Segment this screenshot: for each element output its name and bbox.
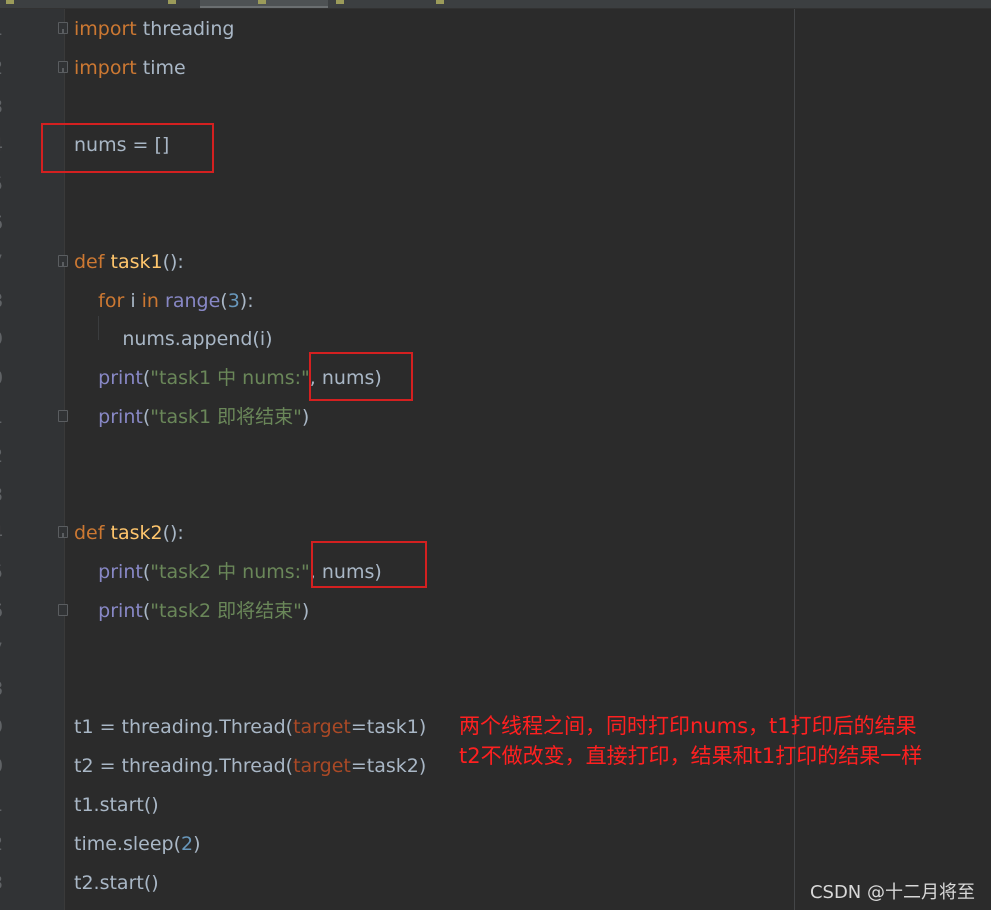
code-token: =task1)	[350, 716, 427, 739]
highlight-box-task1-nums	[309, 352, 413, 401]
code-line[interactable]: import threading	[74, 18, 234, 40]
code-token: )	[301, 600, 310, 622]
line-number: 0	[0, 755, 10, 777]
line-number: 5	[0, 173, 10, 195]
code-token: print	[98, 367, 143, 390]
line-number: 7	[0, 639, 10, 661]
code-token: t1.start()	[74, 794, 159, 816]
fold-collapse-icon[interactable]	[58, 60, 68, 73]
code-token: "task2 中 nums:"	[150, 561, 310, 584]
line-number: 1	[0, 794, 10, 816]
fold-collapse-icon[interactable]	[58, 526, 68, 539]
fold-end-icon[interactable]	[58, 410, 68, 422]
code-token: 3	[227, 289, 240, 312]
line-number: 8	[0, 678, 10, 700]
code-token: def	[74, 250, 105, 273]
code-token: import	[74, 56, 137, 79]
tab-marker	[6, 0, 14, 4]
code-token: "task1 即将结束"	[150, 406, 302, 428]
line-number: 4	[0, 522, 10, 544]
code-line[interactable]: t2.start()	[74, 872, 159, 894]
tab-marker	[336, 0, 344, 4]
right-margin-guide	[794, 9, 795, 910]
code-token: t2 = threading.Thread(	[74, 755, 294, 778]
code-token: import	[74, 18, 137, 40]
code-token: =task2)	[350, 755, 427, 778]
line-number: 7	[0, 251, 10, 273]
code-token: range	[165, 289, 221, 312]
code-line[interactable]: time.sleep(2)	[74, 833, 201, 855]
code-token: t1 = threading.Thread(	[74, 716, 294, 739]
line-number: 1	[0, 406, 10, 428]
tab-marker	[168, 0, 176, 4]
code-line[interactable]: t2 = threading.Thread(target=task2)	[74, 755, 426, 777]
code-token: threading	[136, 18, 235, 40]
line-number: 9	[0, 328, 10, 350]
editor-tab-strip[interactable]	[0, 0, 991, 9]
code-token: i	[124, 289, 142, 312]
code-token: )	[301, 406, 310, 428]
code-token: print	[98, 406, 143, 428]
code-token: for	[98, 289, 125, 312]
code-token: time	[136, 56, 186, 79]
fold-collapse-icon[interactable]	[58, 22, 68, 34]
line-number: 5	[0, 561, 10, 583]
code-line[interactable]: print("task1 即将结束")	[74, 406, 309, 428]
line-number: 2	[0, 445, 10, 467]
line-number: 0	[0, 367, 10, 389]
line-number: 2	[0, 57, 10, 79]
code-token: in	[141, 289, 159, 312]
code-line[interactable]: print("task2 即将结束")	[74, 600, 309, 622]
code-token: def	[74, 522, 105, 545]
line-number: 8	[0, 290, 10, 312]
code-line[interactable]: import time	[74, 57, 186, 79]
code-line[interactable]: def task2():	[74, 522, 184, 544]
code-token: "task2 即将结束"	[150, 600, 302, 622]
code-token: task1	[110, 250, 163, 273]
code-token: task2	[110, 522, 163, 545]
tab-marker	[258, 0, 266, 4]
line-number: 4	[0, 134, 10, 156]
highlight-box-task2-nums	[311, 541, 427, 588]
code-token: nums.append(i)	[74, 328, 273, 351]
code-token: print	[98, 561, 143, 584]
code-line[interactable]: t1 = threading.Thread(target=task1)	[74, 716, 426, 738]
annotation-line-2: t2不做改变，直接打印，结果和t1打印的结果一样	[459, 744, 923, 768]
line-number: 3	[0, 872, 10, 894]
tab-marker	[436, 0, 444, 4]
line-number: 6	[0, 212, 10, 234]
watermark: CSDN @十二月将至	[809, 882, 975, 903]
line-number: 2	[0, 833, 10, 855]
code-line[interactable]: t1.start()	[74, 794, 159, 816]
code-token: ():	[162, 250, 184, 273]
annotation-line-1: 两个线程之间，同时打印nums，t1打印后的结果	[459, 714, 917, 738]
line-number: 3	[0, 484, 10, 506]
code-token: target	[293, 716, 351, 739]
line-number: 6	[0, 600, 10, 622]
code-line[interactable]: def task1():	[74, 251, 184, 273]
code-token: print	[98, 600, 143, 622]
code-token: t2.start()	[74, 871, 159, 894]
line-number: 9	[0, 716, 10, 738]
code-line[interactable]: nums.append(i)	[74, 328, 273, 351]
code-token: ):	[239, 289, 254, 312]
highlight-box-nums-declaration	[41, 123, 214, 173]
code-token: target	[293, 755, 351, 778]
fold-collapse-icon[interactable]	[58, 254, 68, 267]
code-token: 2	[181, 832, 194, 855]
code-token: (	[220, 289, 228, 312]
code-token: )	[193, 832, 201, 855]
line-number: 3	[0, 96, 10, 118]
line-number: 1	[0, 18, 10, 40]
code-line[interactable]: for i in range(3):	[74, 289, 254, 312]
code-token: ():	[162, 522, 184, 545]
fold-end-icon[interactable]	[58, 604, 68, 616]
code-token: "task1 中 nums:"	[150, 367, 310, 390]
code-token: time.sleep(	[74, 832, 181, 855]
